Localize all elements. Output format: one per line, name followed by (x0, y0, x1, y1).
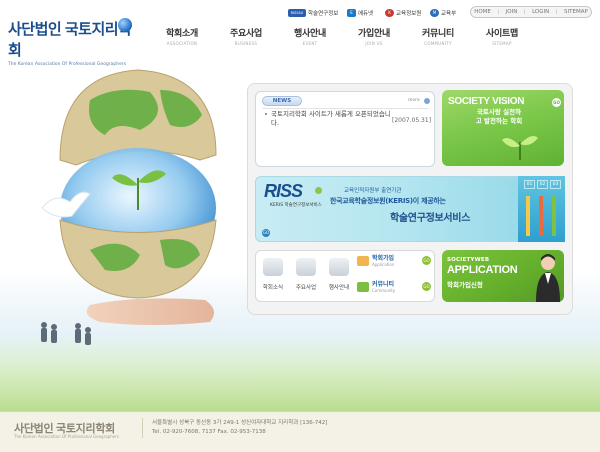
news-more-link[interactable]: more (408, 98, 420, 103)
gnb-sitemap[interactable]: 사이트맵 SITEMAP (478, 26, 526, 48)
person-icon (536, 254, 560, 302)
riss-logo-subtitle: KERIS 학술연구정보서비스 (270, 203, 322, 208)
application-society: SOCIETYWEB (447, 257, 490, 263)
business-icon[interactable] (296, 258, 316, 276)
util-link-label: 에듀넷 (358, 11, 374, 17)
gnb-label: 사이트맵 (486, 29, 518, 39)
divider (262, 108, 428, 109)
sprout-icon (502, 136, 538, 160)
riss-caption: 교육인적자원부 출연기관 (344, 188, 402, 194)
gnb-event[interactable]: 행사안내 EVENT (286, 26, 334, 48)
gnb-label: 행사안내 (294, 29, 326, 39)
divider: | (555, 9, 558, 15)
people-group (41, 322, 91, 345)
join-icon (357, 256, 369, 266)
go-icon[interactable]: GO (422, 282, 431, 291)
divider: | (523, 9, 526, 15)
gnb-association[interactable]: 학회소개 ASSOCIATION (158, 26, 206, 48)
gnb-community[interactable]: 커뮤니티 COMMUNITY (414, 26, 462, 48)
footer-logo-subtitle: The Korean Association Of Professional G… (14, 434, 119, 439)
gnb-sublabel: BUSINESS (234, 41, 258, 46)
join-link-label: 학회가입 (372, 255, 395, 262)
community-icon (357, 282, 369, 292)
bullet-icon (265, 113, 267, 115)
top-nav-login[interactable]: LOGIN (531, 9, 550, 15)
quick-link-news[interactable]: 학회소식 (258, 283, 288, 291)
go-icon[interactable]: GO (422, 256, 431, 265)
riss-bar (552, 196, 556, 236)
community-link[interactable]: 커뮤니티 Community (372, 279, 442, 299)
top-nav-sitemap[interactable]: SITEMAP (563, 9, 589, 15)
globe-illustration (41, 69, 217, 345)
application-title: APPLICATION (447, 264, 518, 276)
riss-logo-dot-icon (315, 187, 322, 194)
riss-slide-2[interactable]: 02 (537, 180, 548, 189)
util-link-keris[interactable]: K 교육정보원 (385, 7, 421, 19)
riss-headline: 학술연구정보서비스 (390, 213, 471, 224)
news-item-title[interactable]: 국토지리학회 사이트가 새롭게 오픈되었습니다. (271, 110, 391, 128)
application-subtitle: 학회가입신청 (447, 281, 483, 289)
keris-icon: K (385, 9, 394, 17)
go-icon[interactable]: GO (552, 98, 561, 107)
gnb-sublabel: SITEMAP (492, 41, 512, 46)
util-link-edunet[interactable]: E 에듀넷 (347, 7, 373, 19)
footer-divider (0, 411, 600, 412)
util-link-label: 학술연구정보 (308, 11, 339, 17)
riss-logo: RISS (264, 181, 303, 201)
gnb-label: 주요사업 (230, 29, 262, 39)
gnb-sublabel: ASSOCIATION (166, 41, 198, 46)
top-nav: HOME | JOIN | LOGIN | SITEMAP (470, 6, 592, 18)
gnb-sublabel: EVENT (302, 41, 318, 46)
divider: | (497, 9, 500, 15)
vision-subtitle: 국토사랑 실천하고 발전하는 학회 (475, 108, 523, 125)
gnb-join[interactable]: 가입안내 JOIN US (350, 26, 398, 48)
community-link-sublabel: Community (372, 288, 396, 293)
vision-title: SOCIETY VISION (448, 96, 525, 107)
util-link-moe[interactable]: M 교육부 (430, 7, 456, 19)
gnb-sublabel: COMMUNITY (424, 41, 452, 46)
news-tab[interactable]: NEWS (262, 96, 302, 106)
logo-title: 사단법인 국토지리학회 (8, 21, 132, 59)
community-link-label: 커뮤니티 (372, 281, 395, 288)
riss-badge-icon: RISS4U (288, 9, 306, 17)
gnb-label: 학회소개 (166, 29, 198, 39)
gnb-label: 가입안내 (358, 29, 390, 39)
riss-slide-3[interactable]: 03 (550, 180, 561, 189)
more-arrow-icon[interactable] (424, 98, 430, 104)
news-item-date: [2007.05.31] (392, 117, 432, 124)
site-logo[interactable]: 사단법인 국토지리학회 The Korean Association Of Pr… (8, 18, 136, 67)
edunet-icon: E (347, 9, 356, 17)
top-nav-join[interactable]: JOIN (505, 9, 519, 15)
gnb-sublabel: JOIN US (365, 41, 383, 46)
join-link[interactable]: 학회가입 Application (372, 253, 442, 273)
divider (142, 418, 143, 438)
util-link-label: 교육정보원 (396, 11, 422, 17)
footer-address: 서울특별시 성북구 동선동 3가 249-1 성신여자대학교 지리학과 [136… (152, 420, 328, 426)
util-link-label: 교육부 (441, 11, 457, 17)
riss-bar (526, 196, 530, 236)
go-icon[interactable]: GO (262, 229, 270, 237)
event-icon[interactable] (329, 258, 349, 276)
riss-slide-1[interactable]: 01 (524, 180, 535, 189)
gnb-label: 커뮤니티 (422, 29, 454, 39)
riss-line2: 한국교육학술정보원(KERIS)이 제공하는 (330, 197, 446, 205)
logo-swirl-icon (118, 18, 132, 32)
top-nav-home[interactable]: HOME (473, 9, 492, 15)
footer-contact: Tel. 02-920-7608, 7137 Fax. 02-953-7138 (152, 429, 266, 435)
footer-address-block: 서울특별시 성북구 동선동 3가 249-1 성신여자대학교 지리학과 [136… (152, 419, 327, 437)
news-icon[interactable] (263, 258, 283, 276)
moe-icon: M (430, 9, 439, 17)
join-link-sublabel: Application (372, 262, 395, 267)
gnb-business[interactable]: 주요사업 BUSINESS (222, 26, 270, 48)
util-link-riss[interactable]: RISS4U 학술연구정보 (288, 7, 338, 19)
riss-bar (539, 196, 543, 236)
quick-link-business[interactable]: 주요사업 (291, 283, 321, 291)
quick-link-event[interactable]: 행사안내 (324, 283, 354, 291)
hand-shape (86, 298, 214, 325)
